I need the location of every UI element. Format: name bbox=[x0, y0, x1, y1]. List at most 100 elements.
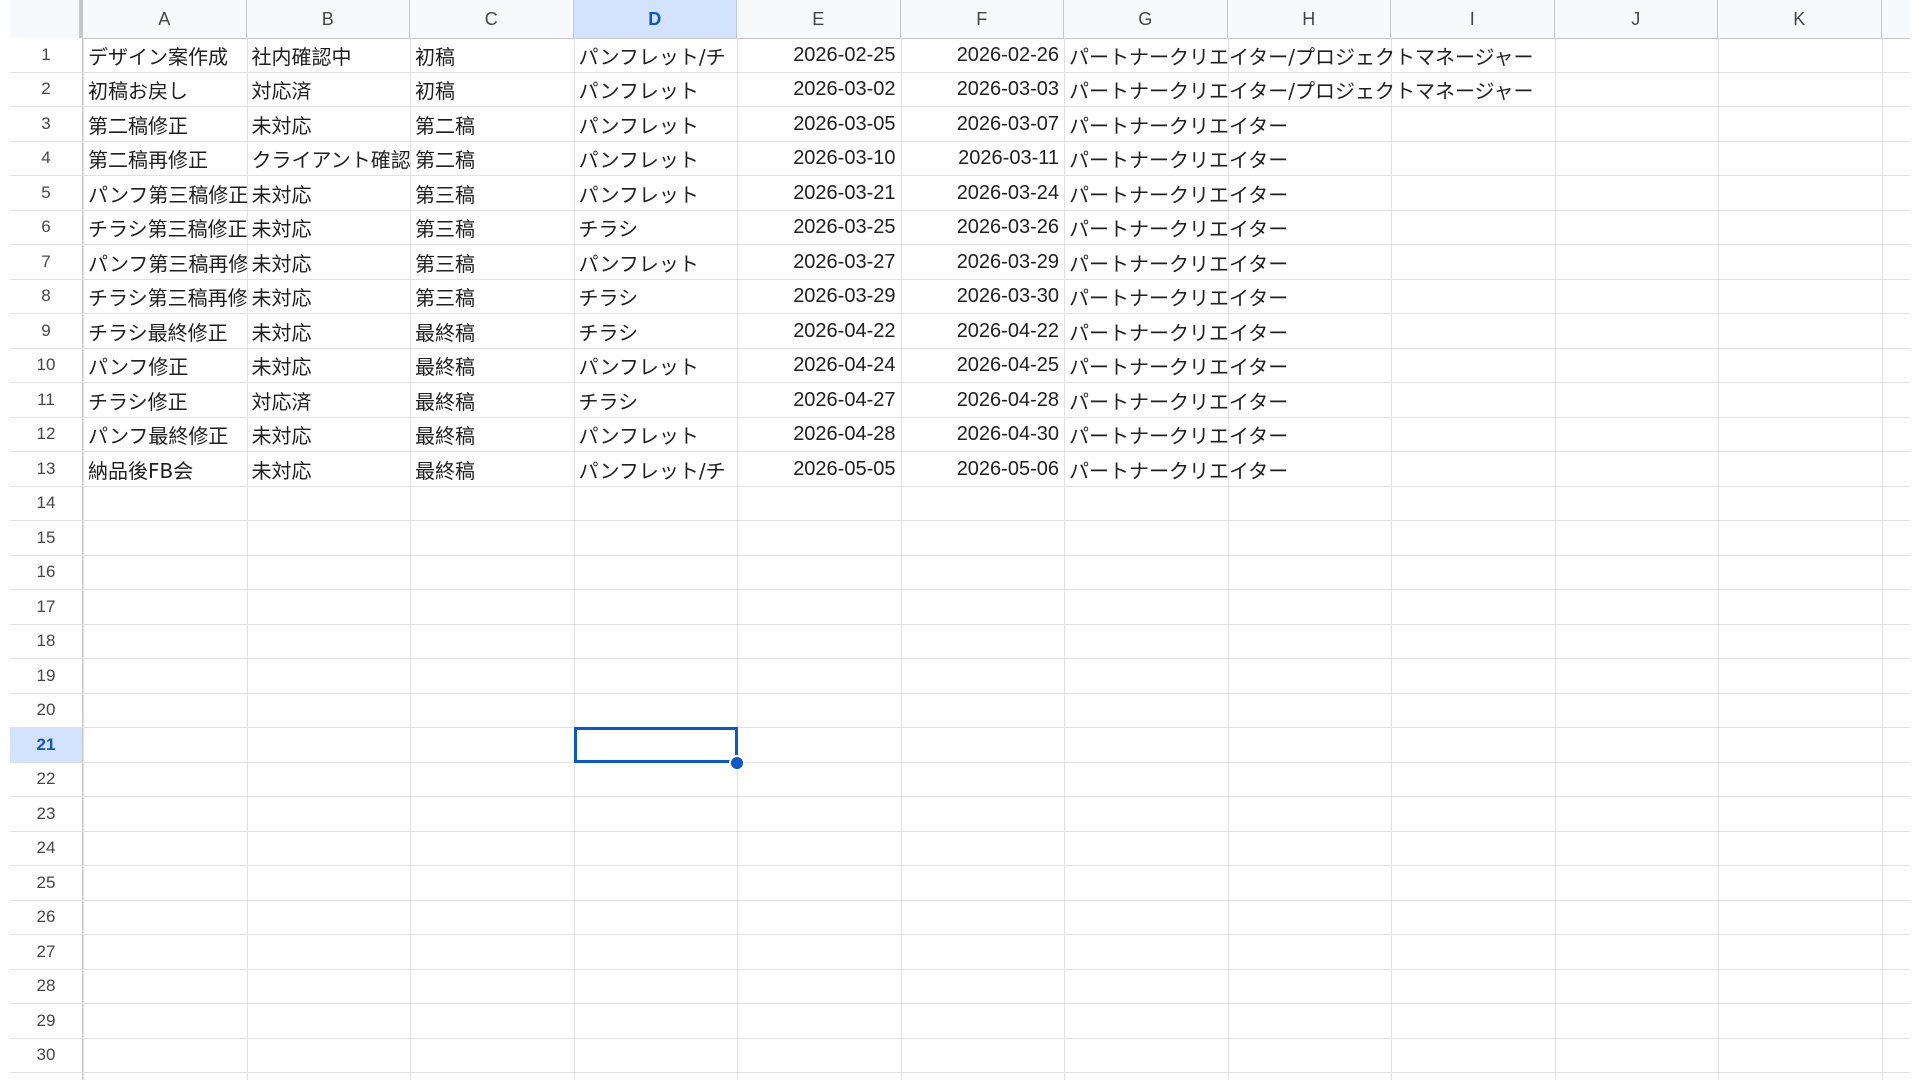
column-header-e[interactable]: E bbox=[737, 0, 901, 38]
cell-f3[interactable]: 2026-03-07 bbox=[901, 107, 1065, 142]
cell-a8[interactable]: チラシ第三稿再修正 bbox=[83, 280, 247, 315]
row-header-14[interactable]: 14 bbox=[10, 486, 83, 521]
cell-b12[interactable]: 未対応 bbox=[247, 418, 411, 453]
cell-e3[interactable]: 2026-03-05 bbox=[737, 107, 901, 142]
cell-f13[interactable]: 2026-05-06 bbox=[901, 452, 1065, 487]
row-header-8[interactable]: 8 bbox=[10, 279, 83, 314]
cell-d2[interactable]: パンフレット bbox=[574, 73, 738, 108]
cell-b5[interactable]: 未対応 bbox=[247, 176, 411, 211]
cell-c1[interactable]: 初稿 bbox=[410, 38, 574, 73]
select-all-corner[interactable] bbox=[10, 0, 83, 38]
row-header-1[interactable]: 1 bbox=[10, 38, 83, 73]
column-header-d[interactable]: D bbox=[573, 0, 737, 38]
column-header-b[interactable]: B bbox=[247, 0, 410, 38]
row-header-7[interactable]: 7 bbox=[10, 245, 83, 280]
row-header-24[interactable]: 24 bbox=[10, 831, 83, 866]
cell-f10[interactable]: 2026-04-25 bbox=[901, 349, 1065, 384]
cell-c4[interactable]: 第二稿 bbox=[410, 142, 574, 177]
cell-e13[interactable]: 2026-05-05 bbox=[737, 452, 901, 487]
cell-b7[interactable]: 未対応 bbox=[247, 245, 411, 280]
column-header-f[interactable]: F bbox=[901, 0, 1064, 38]
cell-a12[interactable]: パンフ最終修正 bbox=[83, 418, 247, 453]
cell-f2[interactable]: 2026-03-03 bbox=[901, 73, 1065, 108]
cell-g8[interactable]: パートナークリエイター bbox=[1064, 280, 1288, 315]
row-header-29[interactable]: 29 bbox=[10, 1004, 83, 1039]
cell-b13[interactable]: 未対応 bbox=[247, 452, 411, 487]
cell-a9[interactable]: チラシ最終修正 bbox=[83, 314, 247, 349]
cell-d5[interactable]: パンフレット bbox=[574, 176, 738, 211]
cell-c9[interactable]: 最終稿 bbox=[410, 314, 574, 349]
cell-b10[interactable]: 未対応 bbox=[247, 349, 411, 384]
cell-g7[interactable]: パートナークリエイター bbox=[1064, 245, 1288, 280]
row-header-30[interactable]: 30 bbox=[10, 1038, 83, 1073]
cell-a4[interactable]: 第二稿再修正 bbox=[83, 142, 247, 177]
cell-e11[interactable]: 2026-04-27 bbox=[737, 383, 901, 418]
cell-a5[interactable]: パンフ第三稿修正 bbox=[83, 176, 247, 211]
cell-d6[interactable]: チラシ bbox=[574, 211, 738, 246]
row-header-11[interactable]: 11 bbox=[10, 383, 83, 418]
cell-e12[interactable]: 2026-04-28 bbox=[737, 418, 901, 453]
row-header-28[interactable]: 28 bbox=[10, 969, 83, 1004]
cell-f5[interactable]: 2026-03-24 bbox=[901, 176, 1065, 211]
cell-g11[interactable]: パートナークリエイター bbox=[1064, 383, 1288, 418]
cell-b4[interactable]: クライアント確認 bbox=[247, 142, 411, 177]
cell-d12[interactable]: パンフレット bbox=[574, 418, 738, 453]
column-header-j[interactable]: J bbox=[1555, 0, 1718, 38]
cell-d3[interactable]: パンフレット bbox=[574, 107, 738, 142]
cell-f11[interactable]: 2026-04-28 bbox=[901, 383, 1065, 418]
fill-handle[interactable] bbox=[729, 754, 745, 771]
column-header-c[interactable]: C bbox=[410, 0, 574, 38]
row-header-26[interactable]: 26 bbox=[10, 900, 83, 935]
cell-e9[interactable]: 2026-04-22 bbox=[737, 314, 901, 349]
cell-g13[interactable]: パートナークリエイター bbox=[1064, 452, 1288, 487]
cell-d7[interactable]: パンフレット bbox=[574, 245, 738, 280]
cell-b9[interactable]: 未対応 bbox=[247, 314, 411, 349]
column-header-a[interactable]: A bbox=[83, 0, 247, 38]
row-header-15[interactable]: 15 bbox=[10, 521, 83, 556]
cell-e6[interactable]: 2026-03-25 bbox=[737, 211, 901, 246]
cell-e10[interactable]: 2026-04-24 bbox=[737, 349, 901, 384]
cell-g9[interactable]: パートナークリエイター bbox=[1064, 314, 1288, 349]
cell-b3[interactable]: 未対応 bbox=[247, 107, 411, 142]
cell-g10[interactable]: パートナークリエイター bbox=[1064, 349, 1288, 384]
cell-c7[interactable]: 第三稿 bbox=[410, 245, 574, 280]
cell-c13[interactable]: 最終稿 bbox=[410, 452, 574, 487]
column-header-k[interactable]: K bbox=[1718, 0, 1882, 38]
cell-a11[interactable]: チラシ修正 bbox=[83, 383, 247, 418]
row-header-20[interactable]: 20 bbox=[10, 693, 83, 728]
cell-c5[interactable]: 第三稿 bbox=[410, 176, 574, 211]
cell-a1[interactable]: デザイン案作成 bbox=[83, 38, 247, 73]
cell-b1[interactable]: 社内確認中 bbox=[247, 38, 411, 73]
row-header-5[interactable]: 5 bbox=[10, 176, 83, 211]
cell-f9[interactable]: 2026-04-22 bbox=[901, 314, 1065, 349]
cell-e7[interactable]: 2026-03-27 bbox=[737, 245, 901, 280]
cell-f7[interactable]: 2026-03-29 bbox=[901, 245, 1065, 280]
cell-d13[interactable]: パンフレット/チ bbox=[574, 452, 738, 487]
row-header-9[interactable]: 9 bbox=[10, 314, 83, 349]
cell-c10[interactable]: 最終稿 bbox=[410, 349, 574, 384]
cell-a6[interactable]: チラシ第三稿修正 bbox=[83, 211, 247, 246]
row-header-16[interactable]: 16 bbox=[10, 555, 83, 590]
cell-c11[interactable]: 最終稿 bbox=[410, 383, 574, 418]
cell-g3[interactable]: パートナークリエイター bbox=[1064, 107, 1288, 142]
cell-b2[interactable]: 対応済 bbox=[247, 73, 411, 108]
row-header-3[interactable]: 3 bbox=[10, 107, 83, 142]
row-header-12[interactable]: 12 bbox=[10, 417, 83, 452]
row-header-23[interactable]: 23 bbox=[10, 797, 83, 832]
active-cell-selection[interactable] bbox=[573, 727, 738, 763]
row-header-6[interactable]: 6 bbox=[10, 210, 83, 245]
row-header-31[interactable]: 31 bbox=[10, 1073, 83, 1080]
row-header-21[interactable]: 21 bbox=[10, 728, 83, 763]
cell-b11[interactable]: 対応済 bbox=[247, 383, 411, 418]
cell-d10[interactable]: パンフレット bbox=[574, 349, 738, 384]
cell-f8[interactable]: 2026-03-30 bbox=[901, 280, 1065, 315]
cell-f1[interactable]: 2026-02-26 bbox=[901, 38, 1065, 73]
cell-e1[interactable]: 2026-02-25 bbox=[737, 38, 901, 73]
row-header-25[interactable]: 25 bbox=[10, 866, 83, 901]
cell-e2[interactable]: 2026-03-02 bbox=[737, 73, 901, 108]
cell-g12[interactable]: パートナークリエイター bbox=[1064, 418, 1288, 453]
row-header-2[interactable]: 2 bbox=[10, 72, 83, 107]
row-header-22[interactable]: 22 bbox=[10, 762, 83, 797]
cell-f6[interactable]: 2026-03-26 bbox=[901, 211, 1065, 246]
column-header-h[interactable]: H bbox=[1228, 0, 1391, 38]
